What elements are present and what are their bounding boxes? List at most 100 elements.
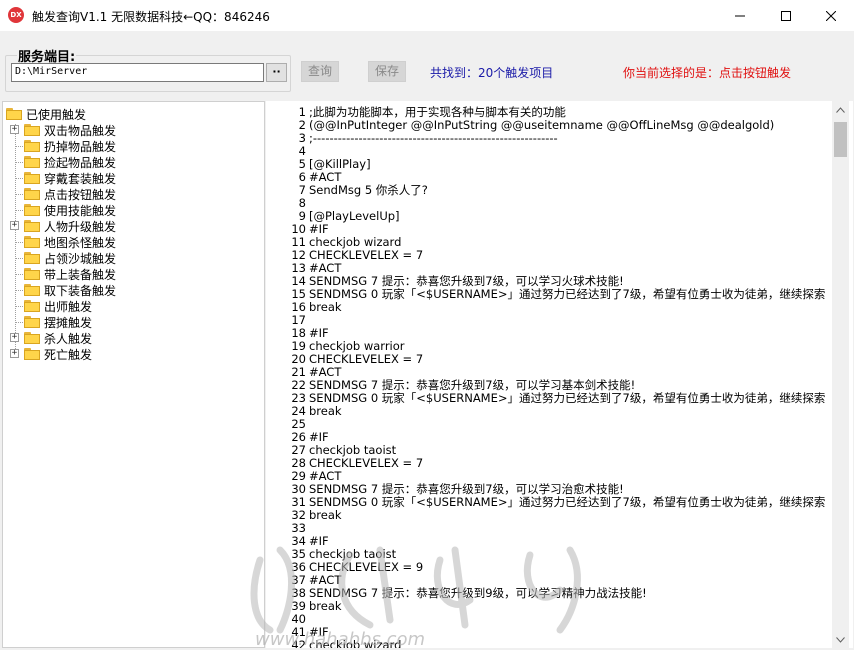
tree-expand-icon[interactable]: + bbox=[10, 349, 19, 358]
line-text: checkjob warrior bbox=[309, 339, 405, 353]
tree-item[interactable]: 地图杀怪触发 bbox=[24, 234, 116, 250]
tree-item-label: 出师触发 bbox=[44, 299, 93, 314]
tree-expand-icon[interactable]: + bbox=[10, 333, 19, 342]
line-text: break bbox=[309, 508, 342, 522]
tree-branch-line bbox=[15, 306, 23, 307]
tree-item[interactable]: 双击物品触发 bbox=[24, 122, 116, 138]
code-line: 23 SENDMSG 0 玩家「<$USERNAME>」通过努力已经达到了7级，希… bbox=[266, 392, 825, 405]
line-text: #ACT bbox=[309, 573, 342, 587]
folder-icon bbox=[24, 268, 40, 280]
line-text: #ACT bbox=[309, 469, 342, 483]
tree-item-label: 穿戴套装触发 bbox=[44, 171, 117, 186]
line-text: (@@InPutInteger @@InPutString @@useitemn… bbox=[309, 118, 775, 132]
code-line: 36 CHECKLEVELEX = 9 bbox=[266, 561, 423, 574]
line-text: SENDMSG 0 玩家「<$USERNAME>」通过努力已经达到了7级，希望有… bbox=[309, 495, 826, 509]
folder-icon bbox=[24, 348, 40, 360]
code-line: 42 checkjob wizard bbox=[266, 638, 401, 649]
scroll-down-button[interactable] bbox=[832, 631, 849, 648]
folder-icon bbox=[24, 300, 40, 312]
script-editor[interactable]: 1 ;此脚为功能脚本，用于实现各种与脚本有关的功能 2 (@@InPutInteger… bbox=[266, 101, 853, 648]
line-text bbox=[306, 521, 309, 535]
chevron-up-icon bbox=[836, 106, 845, 113]
tree-item-label: 带上装备触发 bbox=[44, 267, 117, 282]
trigger-tree[interactable]: 已使用触发 + 双击物品触发 扔掉物品触发 捡起物品触发 穿戴套装触发 点击按钮触发 使用技… bbox=[2, 101, 265, 648]
browse-button[interactable]: ·· bbox=[266, 63, 287, 82]
tree-expand-icon[interactable]: + bbox=[10, 125, 19, 134]
query-button[interactable]: 查询 bbox=[301, 61, 339, 82]
title-bar: DX 触发查询V1.1 无限数据科技←QQ：846246 bbox=[0, 0, 854, 31]
line-text bbox=[306, 313, 309, 327]
tree-root[interactable]: 已使用触发 bbox=[6, 106, 86, 122]
line-text: #ACT bbox=[309, 170, 342, 184]
tree-item[interactable]: 出师触发 bbox=[24, 298, 92, 314]
vertical-scrollbar[interactable] bbox=[832, 101, 849, 648]
line-text: #IF bbox=[309, 222, 329, 236]
folder-icon bbox=[24, 140, 40, 152]
tree-branch-line bbox=[15, 290, 23, 291]
tree-item[interactable]: 取下装备触发 bbox=[24, 282, 116, 298]
maximize-button[interactable] bbox=[763, 0, 809, 31]
line-text: break bbox=[309, 404, 342, 418]
chevron-down-icon bbox=[836, 636, 845, 643]
tree-item-label: 地图杀怪触发 bbox=[44, 235, 117, 250]
line-text: CHECKLEVELEX = 7 bbox=[309, 248, 424, 262]
line-text: ;---------------------------------------… bbox=[309, 131, 558, 145]
tree-branch-line bbox=[15, 258, 23, 259]
tree-item[interactable]: 穿戴套装触发 bbox=[24, 170, 116, 186]
save-button[interactable]: 保存 bbox=[368, 61, 406, 82]
tree-item-label: 占领沙城触发 bbox=[44, 251, 117, 266]
line-text bbox=[306, 417, 309, 431]
folder-icon bbox=[24, 252, 40, 264]
code-line: 7 SendMsg 5 你杀人了? bbox=[266, 184, 428, 197]
line-text: checkjob taoist bbox=[309, 443, 397, 457]
line-text: CHECKLEVELEX = 7 bbox=[309, 456, 424, 470]
line-number: 42 bbox=[291, 638, 306, 649]
minimize-button[interactable] bbox=[717, 0, 763, 31]
line-text: [@PlayLevelUp] bbox=[309, 209, 400, 223]
folder-icon bbox=[24, 236, 40, 248]
scroll-up-button[interactable] bbox=[832, 101, 849, 118]
line-text: SENDMSG 7 提示：恭喜您升级到7级，可以学习火球术技能! bbox=[309, 274, 624, 288]
tree-expand-icon[interactable]: + bbox=[10, 221, 19, 230]
line-text: SENDMSG 0 玩家「<$USERNAME>」通过努力已经达到了7级，希望有… bbox=[309, 391, 826, 405]
selected-trigger-text: 你当前选择的是：点击按钮触发 bbox=[623, 66, 792, 80]
folder-icon bbox=[24, 316, 40, 328]
tree-item[interactable]: 死亡触发 bbox=[24, 346, 92, 362]
server-path-input[interactable]: D:\MirServer bbox=[11, 63, 264, 82]
found-count-text: 共找到：20个触发项目 bbox=[430, 66, 554, 80]
code-line: 31 SENDMSG 0 玩家「<$USERNAME>」通过努力已经达到了7级，希… bbox=[266, 496, 825, 509]
tree-item-label: 双击物品触发 bbox=[44, 123, 117, 138]
line-text: checkjob taoist bbox=[309, 547, 397, 561]
folder-icon bbox=[24, 188, 40, 200]
tree-item[interactable]: 占领沙城触发 bbox=[24, 250, 116, 266]
tree-branch-line bbox=[15, 146, 23, 147]
tree-item-label: 人物升级触发 bbox=[44, 219, 117, 234]
line-text: break bbox=[309, 599, 342, 613]
tree-item[interactable]: 扔掉物品触发 bbox=[24, 138, 116, 154]
line-text: checkjob wizard bbox=[309, 235, 402, 249]
tree-branch-line bbox=[15, 242, 23, 243]
tree-item[interactable]: 杀人触发 bbox=[24, 330, 92, 346]
scroll-thumb[interactable] bbox=[834, 122, 847, 157]
line-text: #ACT bbox=[309, 365, 342, 379]
tree-item[interactable]: 摆摊触发 bbox=[24, 314, 92, 330]
line-text: CHECKLEVELEX = 7 bbox=[309, 352, 424, 366]
line-text: [@KillPlay] bbox=[309, 157, 371, 171]
app-window: DX 触发查询V1.1 无限数据科技←QQ：846246 服务端目: D:\Mi… bbox=[0, 0, 854, 650]
tree-item[interactable]: 点击按钮触发 bbox=[24, 186, 116, 202]
tree-branch-line bbox=[15, 162, 23, 163]
close-icon bbox=[826, 10, 836, 21]
folder-icon bbox=[24, 156, 40, 168]
line-text: #IF bbox=[309, 326, 329, 340]
tree-branch-line bbox=[15, 210, 23, 211]
tree-item[interactable]: 带上装备触发 bbox=[24, 266, 116, 282]
close-button[interactable] bbox=[808, 0, 854, 31]
folder-icon bbox=[24, 172, 40, 184]
code-line: 9 [@PlayLevelUp] bbox=[266, 210, 400, 223]
tree-item[interactable]: 使用技能触发 bbox=[24, 202, 116, 218]
tree-item[interactable]: 人物升级触发 bbox=[24, 218, 116, 234]
line-text: SendMsg 5 你杀人了? bbox=[309, 183, 428, 197]
tree-item[interactable]: 捡起物品触发 bbox=[24, 154, 116, 170]
line-text: ;此脚为功能脚本，用于实现各种与脚本有关的功能 bbox=[309, 105, 566, 119]
tree-branch-line bbox=[15, 194, 23, 195]
